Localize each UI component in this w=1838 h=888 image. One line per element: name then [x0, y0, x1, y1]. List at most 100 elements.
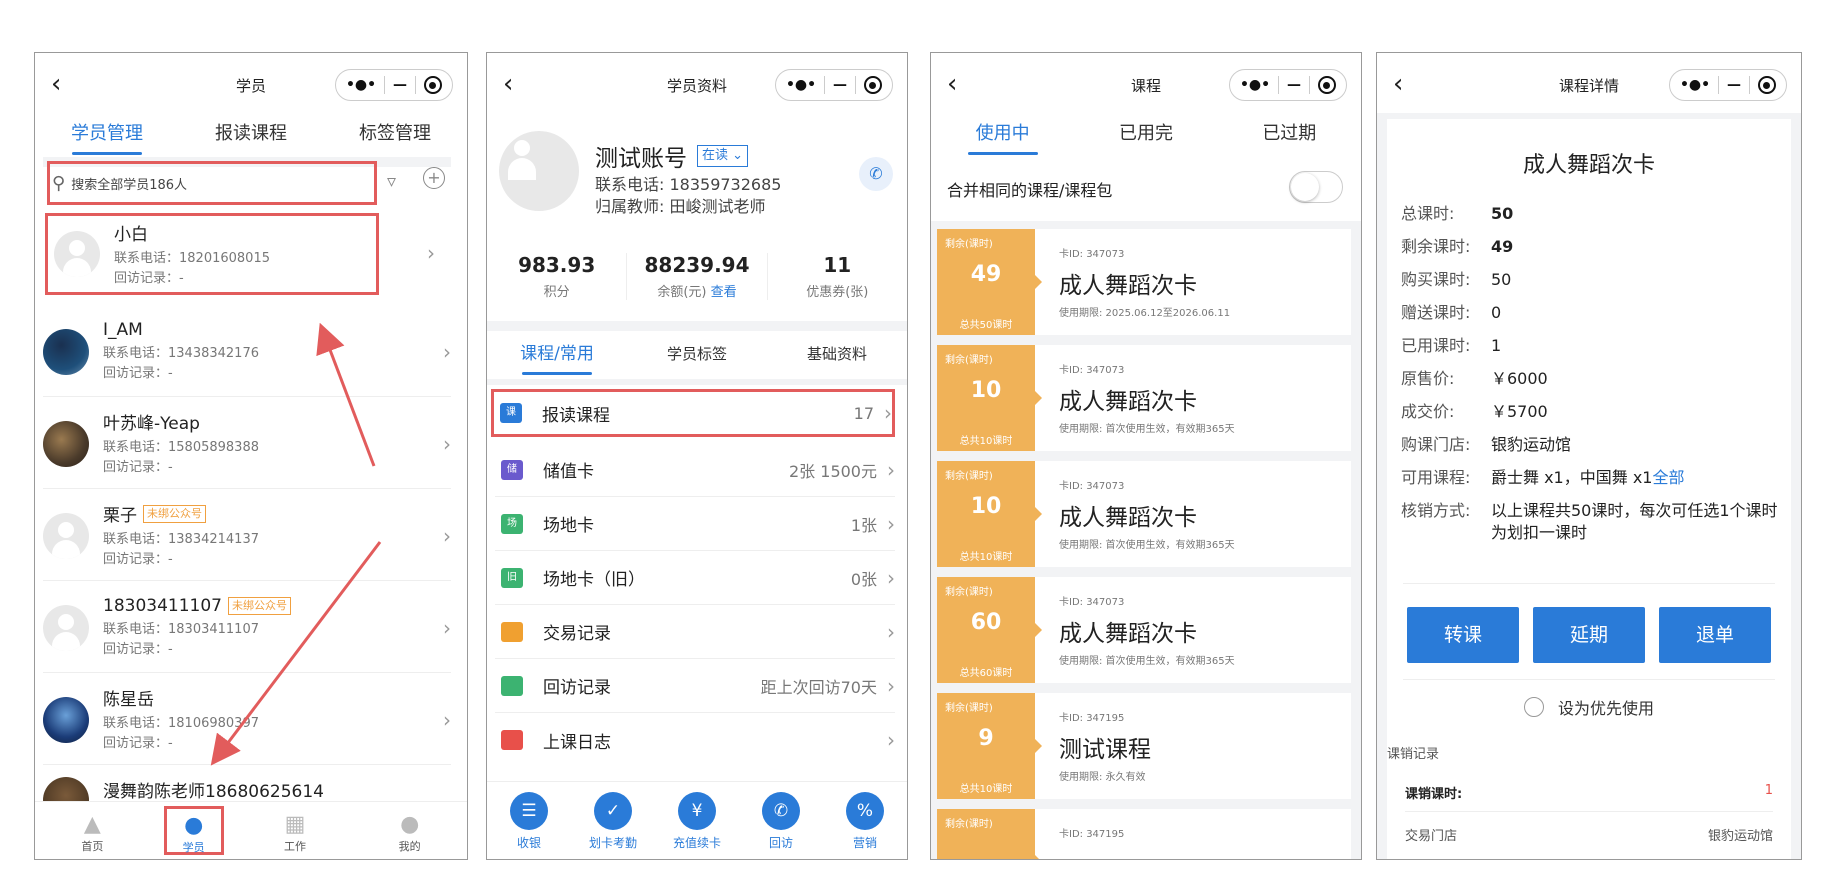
- student-row[interactable]: 小白 联系电话：18201608015 回访记录：-: [45, 213, 379, 295]
- divider: [1405, 811, 1773, 812]
- tab-student-manage[interactable]: 学员管理: [35, 111, 179, 157]
- student-row[interactable]: 18303411107 未绑公众号 联系电话：18303411107 回访记录：- ›: [43, 583, 451, 673]
- card-name: 测试课程: [1059, 737, 1151, 763]
- chevron-right-icon: ›: [443, 431, 451, 456]
- student-row[interactable]: I_AM 联系电话：13438342176 回访记录：- ›: [43, 307, 451, 397]
- course-card[interactable]: 剩余(课时) 10 总共10课时 卡ID: 347073 成人舞蹈次卡 使用期限: 首次…: [937, 461, 1351, 567]
- visit-button[interactable]: ✆ 回访: [739, 792, 823, 859]
- student-row[interactable]: 陈星岳 联系电话：18106980397 回访记录：- ›: [43, 675, 451, 765]
- card-id: 卡ID: 347073: [1059, 597, 1125, 608]
- mini-program-capsule[interactable]: •●• —: [1229, 69, 1347, 101]
- add-icon[interactable]: +: [423, 167, 445, 189]
- nav-students[interactable]: ● 学员: [163, 806, 224, 855]
- card-id: 卡ID: 347073: [1059, 481, 1125, 492]
- merge-toggle[interactable]: [1289, 171, 1343, 203]
- course-card[interactable]: 剩余(课时) 60 总共60课时 卡ID: 347073 成人舞蹈次卡 使用期限: 首次…: [937, 577, 1351, 683]
- student-phone: 联系电话：18303411107: [103, 621, 259, 637]
- menu-class-log[interactable]: 上课日志 ›: [495, 713, 895, 767]
- status-dropdown[interactable]: 在读 ⌄: [697, 145, 749, 167]
- recharge-button[interactable]: ¥ 充值续卡: [655, 792, 739, 859]
- course-card[interactable]: 剩余(课时) 49 总共50课时 卡ID: 347073 成人舞蹈次卡 使用期限: 20…: [937, 229, 1351, 335]
- menu-stored-card[interactable]: 储储值卡 2张 1500元 ›: [495, 443, 895, 497]
- close-icon[interactable]: [863, 76, 882, 94]
- priority-label: 设为优先使用: [1557, 699, 1654, 718]
- detail-key: 购课门店:: [1401, 435, 1471, 454]
- more-icon[interactable]: •●•: [346, 77, 376, 93]
- minimize-icon[interactable]: —: [393, 77, 407, 93]
- detail-key: 赠送课时:: [1401, 303, 1471, 322]
- mini-program-capsule[interactable]: •●• —: [775, 69, 893, 101]
- action-label: 划卡考勤: [588, 836, 637, 850]
- remain-label: 剩余(课时): [945, 703, 993, 714]
- course-card[interactable]: 剩余(课时) 卡ID: 347195: [937, 809, 1351, 859]
- menu-enrolled-courses[interactable]: 课报读课程 17 ›: [491, 389, 895, 437]
- action-label: 充值续卡: [672, 836, 721, 850]
- tab-expired[interactable]: 已过期: [1218, 111, 1361, 157]
- student-name: 叶苏峰-Yeap: [103, 414, 200, 434]
- tab-basic-info[interactable]: 基础资料: [767, 331, 907, 377]
- chevron-down-icon: ⌄: [732, 148, 744, 163]
- divider: [1403, 583, 1775, 584]
- tab-in-use[interactable]: 使用中: [931, 111, 1074, 157]
- priority-option[interactable]: 设为优先使用: [1377, 695, 1801, 719]
- view-all-link[interactable]: 全部: [1652, 468, 1684, 487]
- menu-label: 报读课程: [542, 405, 610, 426]
- tab-enrolled-courses[interactable]: 报读课程: [179, 111, 323, 157]
- close-icon[interactable]: [423, 76, 442, 94]
- phone-icon[interactable]: ✆: [859, 157, 893, 191]
- user-list-icon: ●: [184, 813, 204, 838]
- menu-visit-records[interactable]: 回访记录 距上次回访70天 ›: [495, 659, 895, 713]
- tab-courses[interactable]: 课程/常用: [487, 331, 627, 377]
- nav-work[interactable]: ▦ 工作: [238, 802, 353, 859]
- more-icon[interactable]: •●•: [1240, 77, 1270, 93]
- card-name: 成人舞蹈次卡: [1522, 153, 1655, 178]
- course-card[interactable]: 剩余(课时) 9 总共10课时 卡ID: 347195 测试课程 使用期限: 永久有效: [937, 693, 1351, 799]
- menu-venue-card-old[interactable]: 旧场地卡（旧） 0张 ›: [495, 551, 895, 605]
- divider: [487, 321, 907, 331]
- nav-bar: ‹ 学员资料 •●• —: [487, 53, 907, 117]
- chevron-right-icon: ›: [887, 511, 895, 536]
- nav-me[interactable]: ● 我的: [352, 802, 467, 859]
- detail-key: 购买课时:: [1401, 270, 1471, 289]
- stat-coupons: 11 优惠券(张): [768, 253, 907, 300]
- cashier-button[interactable]: ☰ 收银: [487, 792, 571, 859]
- student-name: 小白: [114, 224, 148, 245]
- transfer-button[interactable]: 转课: [1407, 607, 1519, 663]
- student-row[interactable]: 栗子 未绑公众号 联系电话：13834214137 回访记录：- ›: [43, 491, 451, 581]
- close-icon[interactable]: [1317, 76, 1336, 94]
- attendance-button[interactable]: ✓ 划卡考勤: [571, 792, 655, 859]
- tab-used-up[interactable]: 已用完: [1074, 111, 1217, 157]
- menu-label: 上课日志: [543, 732, 611, 753]
- detail-value: 1: [1491, 336, 1502, 355]
- card-validity: 使用期限: 永久有效: [1059, 772, 1146, 783]
- percent-icon: %: [846, 792, 884, 830]
- more-icon[interactable]: •●•: [786, 77, 816, 93]
- minimize-icon[interactable]: —: [833, 77, 847, 93]
- view-link[interactable]: 查看: [711, 285, 737, 300]
- more-icon[interactable]: •●•: [1680, 77, 1710, 93]
- menu-transactions[interactable]: 交易记录 ›: [495, 605, 895, 659]
- tab-tag-manage[interactable]: 标签管理: [323, 111, 467, 157]
- tab-student-tags[interactable]: 学员标签: [627, 331, 767, 377]
- student-row[interactable]: 叶苏峰-Yeap 联系电话：15805898388 回访记录：- ›: [43, 399, 451, 489]
- marketing-button[interactable]: % 营销: [823, 792, 907, 859]
- divider: [487, 379, 907, 385]
- filter-icon[interactable]: ▿: [387, 171, 396, 192]
- refund-button[interactable]: 退单: [1659, 607, 1771, 663]
- card-validity: 使用期限: 2025.06.12至2026.06.11: [1059, 308, 1231, 319]
- minimize-icon[interactable]: —: [1287, 77, 1301, 93]
- search-input[interactable]: ⚲ 搜索全部学员186人: [47, 161, 377, 205]
- course-card[interactable]: 剩余(课时) 10 总共10课时 卡ID: 347073 成人舞蹈次卡 使用期限: 首次…: [937, 345, 1351, 451]
- chevron-right-icon: ›: [887, 457, 895, 482]
- menu-venue-card[interactable]: 场场地卡 1张 ›: [495, 497, 895, 551]
- mini-program-capsule[interactable]: •●• —: [335, 69, 453, 101]
- mini-program-capsule[interactable]: •●• —: [1669, 69, 1787, 101]
- minimize-icon[interactable]: —: [1727, 77, 1741, 93]
- detail-key: 成交价:: [1401, 402, 1455, 421]
- extend-button[interactable]: 延期: [1533, 607, 1645, 663]
- radio-button[interactable]: [1523, 697, 1544, 717]
- student-phone: 联系电话：13438342176: [103, 345, 259, 361]
- nav-home[interactable]: ▲ 首页: [35, 802, 150, 859]
- remain-value: 49: [970, 262, 1002, 287]
- close-icon[interactable]: [1757, 76, 1776, 94]
